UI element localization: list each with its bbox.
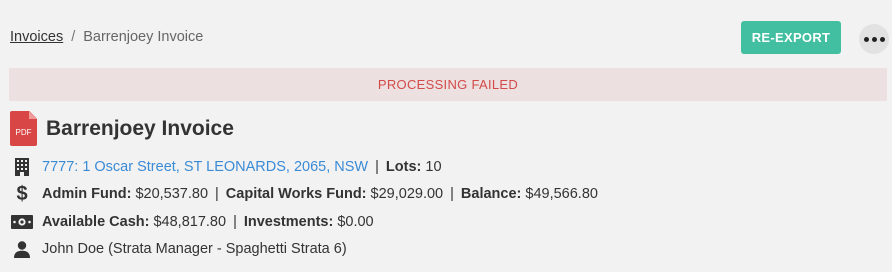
property-address-link[interactable]: 7777: 1 Oscar Street, ST LEONARDS, 2065,… (42, 159, 368, 175)
cash-icon (10, 212, 34, 232)
balance-value: $49,566.80 (525, 186, 598, 202)
funds-row: $ Admin Fund: $20,537.80 | Capital Works… (10, 184, 598, 204)
available-cash-label: Available Cash: (42, 214, 150, 230)
separator: | (215, 186, 219, 202)
more-options-dot (871, 36, 877, 42)
manager-row: John Doe (Strata Manager - Spaghetti Str… (10, 239, 347, 259)
document-header: PDF Barrenjoey Invoice (10, 111, 234, 146)
page-title: Barrenjoey Invoice (46, 116, 234, 140)
more-options-dot (879, 36, 885, 42)
breadcrumb-current: Barrenjoey Invoice (83, 29, 204, 45)
processing-failed-alert: PROCESSING FAILED (9, 68, 887, 101)
breadcrumb-separator: / (71, 29, 76, 45)
admin-fund-value: $20,537.80 (135, 186, 209, 202)
user-icon (10, 239, 34, 259)
more-options-button[interactable] (859, 24, 889, 54)
separator: | (375, 159, 379, 175)
property-row: 7777: 1 Oscar Street, ST LEONARDS, 2065,… (10, 157, 442, 177)
separator: | (450, 186, 454, 202)
pdf-icon-label: PDF (15, 128, 32, 137)
strata-manager-text: John Doe (Strata Manager - Spaghetti Str… (42, 241, 347, 257)
investments-value: $0.00 (337, 214, 374, 230)
investments-label: Investments: (243, 214, 334, 230)
admin-fund-label: Admin Fund: (42, 186, 132, 202)
lots-label: Lots: (385, 159, 422, 175)
available-cash-value: $48,817.80 (153, 214, 227, 230)
breadcrumb-invoices-link[interactable]: Invoices (10, 29, 63, 45)
reexport-button[interactable]: RE-EXPORT (741, 21, 841, 54)
lots-value: 10 (425, 159, 442, 175)
balance-label: Balance: (460, 186, 522, 202)
cash-row: Available Cash: $48,817.80 | Investments… (10, 212, 374, 232)
breadcrumb: Invoices / Barrenjoey Invoice (10, 29, 203, 45)
building-icon (10, 157, 34, 177)
capital-works-label: Capital Works Fund: (225, 186, 367, 202)
alert-text: PROCESSING FAILED (377, 77, 519, 92)
more-options-icon (863, 36, 869, 42)
separator: | (233, 214, 237, 230)
dollar-icon: $ (16, 183, 28, 205)
capital-works-value: $29,029.00 (370, 186, 444, 202)
